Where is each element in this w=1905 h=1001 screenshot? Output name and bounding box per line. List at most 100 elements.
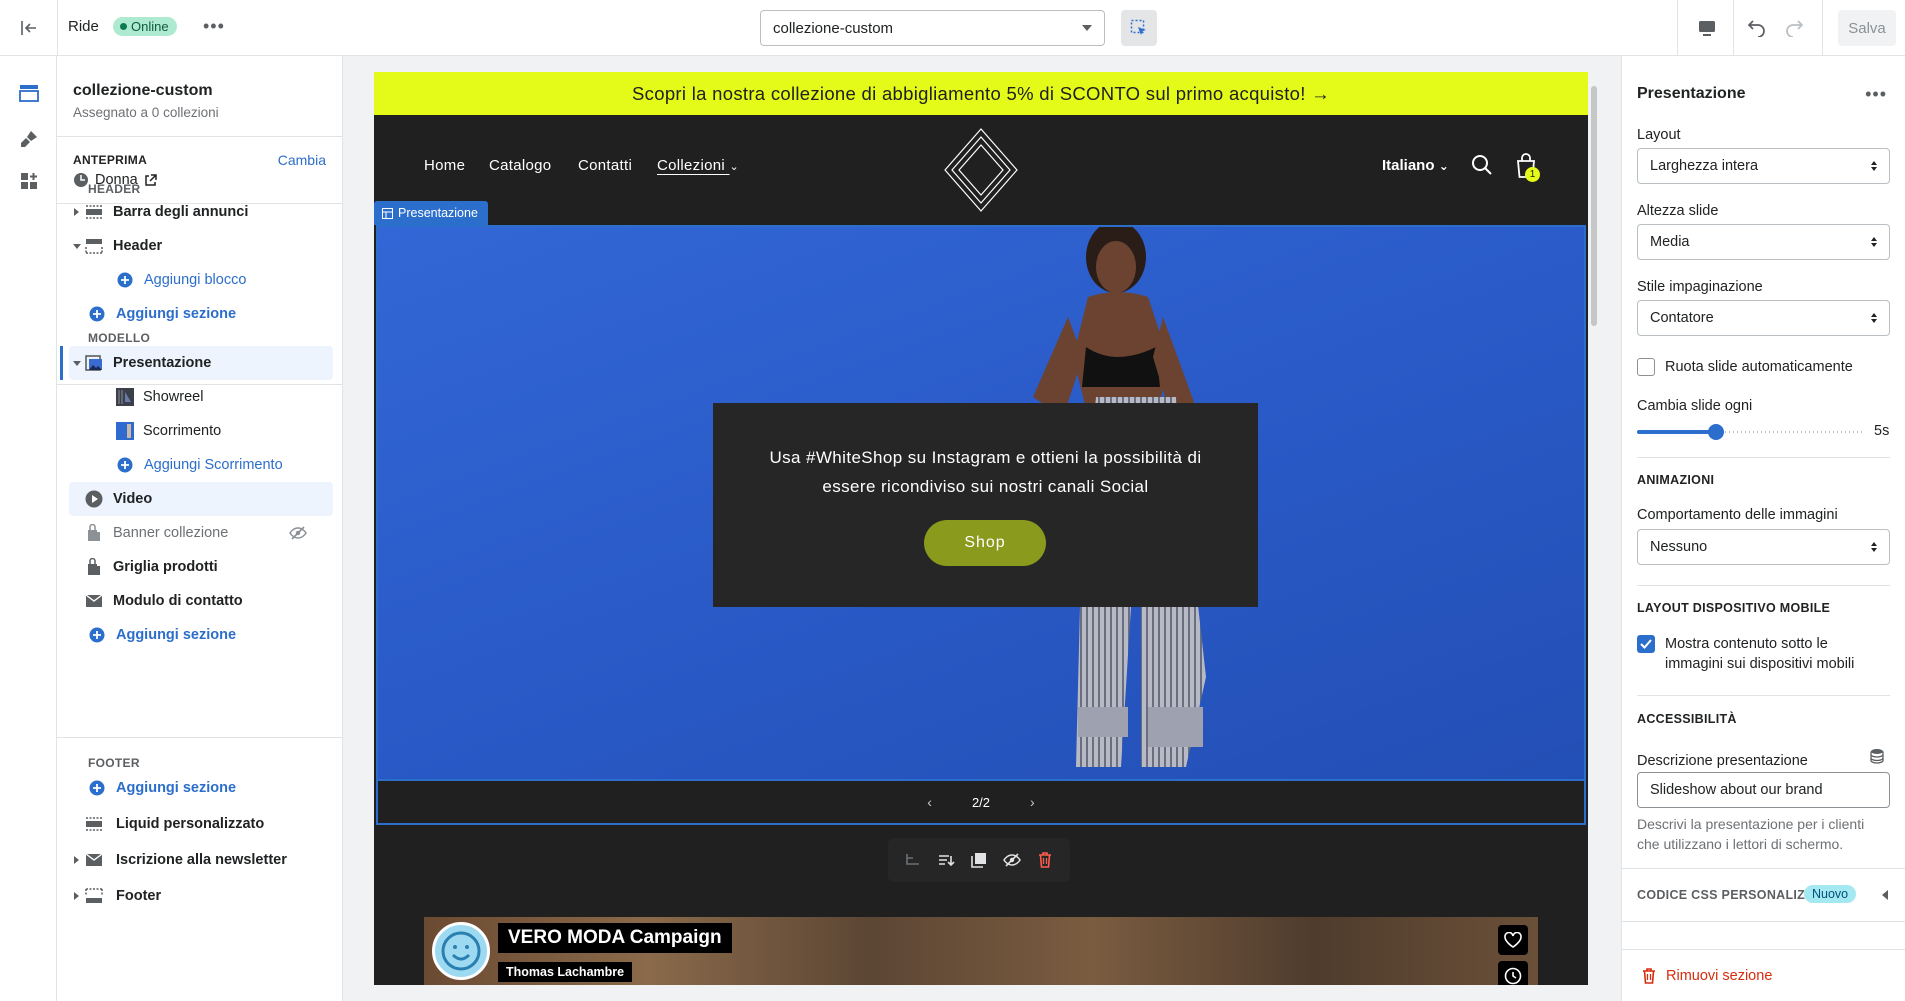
- language-selector[interactable]: Italiano ⌄: [1382, 157, 1449, 174]
- sidebar-item-slideshow[interactable]: Presentazione: [57, 346, 343, 380]
- nav-link-catalog[interactable]: Catalogo: [489, 157, 551, 174]
- add-section-footer-button[interactable]: Aggiungi sezione: [57, 771, 343, 805]
- external-link-icon[interactable]: [144, 173, 157, 187]
- sidebar-item-announcement-bar[interactable]: Barra degli annunci: [57, 195, 343, 229]
- sidebar-item-label: Banner collezione: [113, 525, 229, 541]
- slide-height-select[interactable]: Media: [1637, 224, 1890, 260]
- layout-select[interactable]: Larghezza intera: [1637, 148, 1890, 184]
- duplicate-icon[interactable]: [968, 849, 990, 871]
- exit-icon[interactable]: [17, 16, 41, 40]
- move-down-icon[interactable]: [935, 849, 957, 871]
- slider-handle[interactable]: [1708, 424, 1724, 440]
- undo-button[interactable]: [1743, 14, 1771, 42]
- chevron-right-icon[interactable]: ›: [1030, 794, 1035, 810]
- add-scroll-button[interactable]: Aggiungi Scorrimento: [57, 448, 343, 482]
- change-every-slider[interactable]: [1637, 424, 1862, 440]
- search-icon[interactable]: [1470, 153, 1494, 177]
- chevron-down-icon[interactable]: [73, 360, 81, 366]
- remove-section-label: Rimuovi sezione: [1666, 968, 1773, 984]
- redo-button[interactable]: [1780, 14, 1808, 42]
- sidebar-item-product-grid[interactable]: Griglia prodotti: [57, 550, 343, 584]
- slide-shop-button[interactable]: Shop: [924, 520, 1046, 566]
- nav-link-contacts[interactable]: Contatti: [578, 157, 632, 174]
- editor-topbar: Ride Online ••• collezione-custom Salva: [0, 0, 1905, 56]
- clock-icon[interactable]: [1498, 961, 1528, 985]
- chevron-right-icon[interactable]: [74, 208, 79, 216]
- preview-scrollbar[interactable]: [1589, 72, 1599, 985]
- video-section-preview[interactable]: VERO MODA Campaign Thomas Lachambre: [424, 917, 1538, 985]
- hide-eye-icon[interactable]: [1001, 849, 1023, 871]
- sidebar-item-collection-banner[interactable]: Banner collezione: [57, 516, 343, 550]
- desktop-view-button[interactable]: [1693, 14, 1721, 42]
- sidebar-divider: [57, 136, 343, 137]
- section-layout-icon: [84, 814, 104, 834]
- trash-icon[interactable]: [1034, 849, 1056, 871]
- more-actions-icon[interactable]: •••: [203, 16, 225, 37]
- move-up-icon[interactable]: [902, 849, 924, 871]
- nav-link-collections[interactable]: Collezioni ⌄: [657, 157, 739, 174]
- slideshow-section[interactable]: Usa #WhiteShop su Instagram e ottieni la…: [376, 225, 1586, 781]
- sidebar-item-custom-liquid[interactable]: Liquid personalizzato: [57, 807, 343, 841]
- envelope-icon: [84, 591, 104, 611]
- group-label-footer: FOOTER: [88, 756, 140, 770]
- custom-css-collapsible[interactable]: CODICE CSS PERSONALIZ... Nuovo: [1622, 868, 1905, 922]
- sidebar-item-header[interactable]: Header: [57, 229, 343, 263]
- group-label-header: HEADER: [88, 182, 141, 196]
- add-section-label: Aggiungi sezione: [116, 306, 237, 322]
- add-section-header-button[interactable]: Aggiungi sezione: [57, 297, 343, 331]
- autorotate-checkbox[interactable]: Ruota slide automaticamente: [1637, 357, 1853, 377]
- undo-icon: [1747, 20, 1765, 37]
- sidebar-item-newsletter[interactable]: Iscrizione alla newsletter: [57, 843, 343, 877]
- save-button[interactable]: Salva: [1838, 10, 1896, 46]
- add-block-button[interactable]: Aggiungi blocco: [57, 263, 343, 297]
- checkbox-box[interactable]: [1637, 635, 1655, 653]
- preview-label: ANTEPRIMA: [73, 153, 148, 167]
- theme-settings-brush-icon[interactable]: [16, 126, 42, 152]
- chevron-right-icon[interactable]: [74, 892, 79, 900]
- image-behavior-select[interactable]: Nessuno: [1637, 529, 1890, 565]
- dynamic-source-icon[interactable]: [1869, 748, 1885, 764]
- inspector-button[interactable]: [1121, 10, 1157, 46]
- template-subtitle: Assegnato a 0 collezioni: [73, 105, 219, 120]
- pagination-style-select[interactable]: Contatore: [1637, 300, 1890, 336]
- sidebar-item-contact-form[interactable]: Modulo di contatto: [57, 584, 343, 618]
- autorotate-label: Ruota slide automaticamente: [1665, 359, 1853, 375]
- scrollbar-thumb[interactable]: [1591, 86, 1597, 326]
- heart-icon[interactable]: [1498, 925, 1528, 955]
- preview-change-link[interactable]: Cambia: [278, 152, 326, 168]
- sidebar-item-video[interactable]: Video: [57, 482, 343, 516]
- caret-left-icon: [1882, 890, 1888, 900]
- chevron-down-icon[interactable]: [73, 243, 81, 249]
- slide-height-label: Altezza slide: [1637, 203, 1719, 219]
- description-input[interactable]: Slideshow about our brand: [1637, 772, 1890, 808]
- store-preview-frame[interactable]: Scopri la nostra collezione di abbigliam…: [374, 72, 1588, 985]
- add-section-template-button[interactable]: Aggiungi sezione: [57, 618, 343, 652]
- apps-icon[interactable]: [16, 168, 42, 194]
- sidebar-item-footer[interactable]: Footer: [57, 879, 343, 913]
- chevron-left-icon[interactable]: ‹: [927, 794, 932, 810]
- sidebar-item-label: Video: [113, 491, 153, 507]
- panel-divider: [1637, 457, 1890, 458]
- nav-link-home[interactable]: Home: [424, 157, 465, 174]
- add-section-label: Aggiungi sezione: [116, 627, 237, 643]
- announcement-bar[interactable]: Scopri la nostra collezione di abbigliam…: [374, 72, 1588, 115]
- add-scroll-label: Aggiungi Scorrimento: [144, 457, 283, 473]
- topbar-divider: [1733, 0, 1734, 56]
- checkbox-box[interactable]: [1637, 358, 1655, 376]
- chevron-right-icon[interactable]: [74, 856, 79, 864]
- sidebar-item-scroll[interactable]: Scorrimento: [57, 414, 343, 448]
- envelope-icon: [84, 850, 104, 870]
- sidebar-item-showreel[interactable]: Showreel: [57, 380, 343, 414]
- hidden-eye-icon[interactable]: [288, 523, 308, 543]
- store-logo[interactable]: [941, 127, 1021, 213]
- remove-section-button[interactable]: Rimuovi sezione: [1642, 968, 1772, 984]
- panel-divider: [1637, 585, 1890, 586]
- sections-icon[interactable]: [16, 80, 42, 106]
- sidebar-item-label: Footer: [116, 888, 162, 904]
- animations-heading: ANIMAZIONI: [1637, 473, 1715, 487]
- more-actions-icon[interactable]: •••: [1865, 84, 1887, 105]
- image-thumbnail-icon: [115, 387, 135, 407]
- mobile-content-checkbox[interactable]: Mostra contenuto sotto le immagini sui d…: [1637, 634, 1887, 674]
- template-select[interactable]: collezione-custom: [760, 10, 1105, 46]
- section-tag[interactable]: Presentazione: [374, 201, 488, 225]
